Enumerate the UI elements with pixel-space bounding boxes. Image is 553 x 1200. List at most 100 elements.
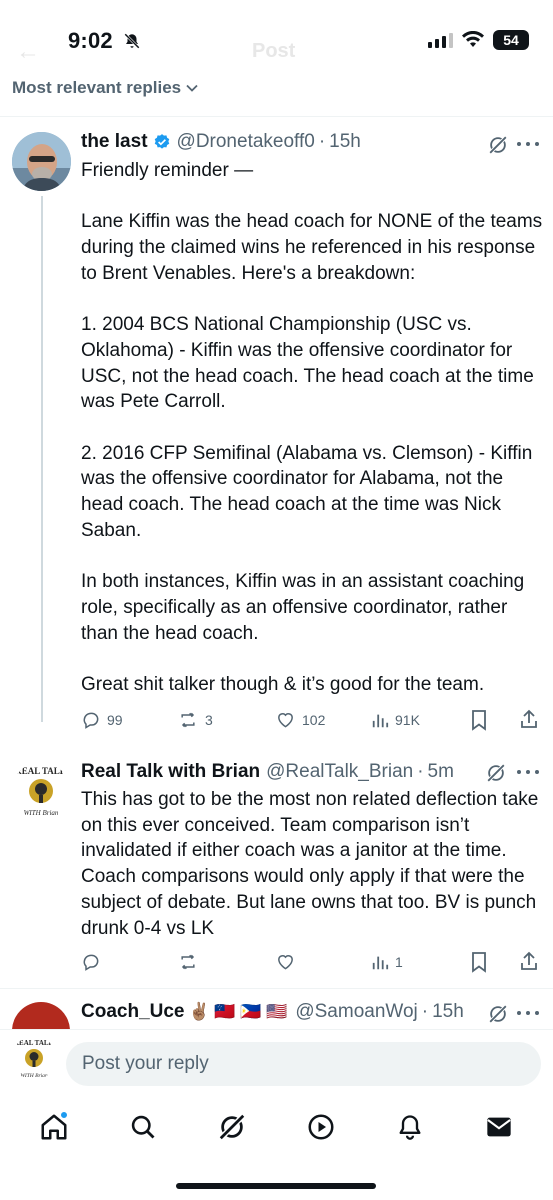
- avatar-logo: REAL TALK WITH Brian: [15, 766, 66, 817]
- divider: [0, 1029, 553, 1030]
- my-avatar[interactable]: REAL TALK WITH Brian: [12, 1036, 56, 1080]
- reply-count: 99: [107, 712, 123, 728]
- avatar[interactable]: REAL TALK WITH Brian: [12, 762, 70, 820]
- heart-icon: [278, 713, 293, 728]
- status-indicators: 54: [428, 30, 529, 50]
- tweet-paragraph: 2. 2016 CFP Semifinal (Alabama vs. Clems…: [81, 442, 533, 541]
- tweet-paragraph: This has got to be the most non related …: [81, 789, 539, 939]
- share-icon[interactable]: [519, 950, 539, 972]
- author-handle[interactable]: @SamoanWoj: [295, 1001, 417, 1023]
- avatar-photo: [12, 132, 71, 191]
- tweet-actions: 1: [81, 950, 543, 974]
- grok-icon: [219, 1114, 245, 1140]
- signal-icon: [428, 32, 453, 48]
- heart-icon: [278, 955, 293, 970]
- like-button[interactable]: [275, 952, 302, 972]
- search-icon: [132, 1115, 155, 1139]
- dot-separator: ·: [421, 1001, 429, 1022]
- tweet-paragraph: Friendly reminder —: [81, 160, 254, 181]
- grok-icon[interactable]: [487, 1003, 509, 1025]
- tweet-partial[interactable]: Coach_Uce ✌🏽 🇼🇸 🇵🇭 🇺🇸 @SamoanWoj · 15h: [0, 989, 553, 1029]
- views-icon: [372, 956, 389, 970]
- repost-icon: [181, 954, 195, 970]
- back-arrow-icon[interactable]: ←: [16, 38, 40, 66]
- verified-badge-icon: [154, 134, 169, 149]
- tweet-text: This has got to be the most non related …: [81, 787, 543, 941]
- grok-icon[interactable]: [487, 134, 509, 156]
- avatar-logo-text-bottom: WITH Brian: [24, 809, 59, 817]
- tweet-header: the last @Dronetakeoff0 · 15h: [81, 131, 361, 153]
- tweet-paragraph: In both instances, Kiffin was in an assi…: [81, 571, 525, 644]
- tweet-header: Coach_Uce ✌🏽 🇼🇸 🇵🇭 🇺🇸 @SamoanWoj · 15h: [81, 1001, 464, 1023]
- repost-button[interactable]: 3: [177, 710, 213, 730]
- author-name[interactable]: Coach_Uce: [81, 1001, 185, 1023]
- nav-home[interactable]: [34, 1107, 74, 1147]
- tweet-text: Friendly reminder — Lane Kiffin was the …: [81, 158, 543, 698]
- views-count: 91K: [395, 712, 420, 728]
- nav-video[interactable]: [301, 1107, 341, 1147]
- silent-bell-icon: [124, 33, 140, 49]
- chevron-down-icon: [186, 84, 198, 92]
- like-count: 102: [302, 712, 326, 728]
- repost-count: 3: [205, 712, 213, 728]
- bookmark-icon[interactable]: [470, 709, 488, 731]
- dot-separator: ·: [318, 131, 326, 152]
- avatar-logo-text-bottom: WITH Brian: [20, 1073, 48, 1079]
- avatar-logo-text-top: REAL TALK: [15, 766, 66, 776]
- views-icon: [372, 714, 389, 728]
- author-name[interactable]: Real Talk with Brian: [81, 761, 260, 783]
- status-time-text: 9:02: [68, 28, 113, 53]
- bottom-nav: [0, 1100, 553, 1154]
- tweet-paragraph: Great shit talker though & it’s good for…: [81, 673, 485, 695]
- views-count: 1: [395, 954, 403, 970]
- author-name[interactable]: the last: [81, 131, 148, 153]
- more-options-icon[interactable]: [516, 1010, 540, 1016]
- nav-messages[interactable]: [479, 1107, 519, 1147]
- views-button[interactable]: 91K: [371, 710, 420, 730]
- home-indicator: [176, 1183, 376, 1189]
- tweet-paragraph: 1. 2004 BCS National Championship (USC v…: [81, 314, 534, 413]
- views-button[interactable]: 1: [371, 952, 403, 972]
- share-icon[interactable]: [519, 708, 539, 730]
- more-options-icon[interactable]: [516, 769, 540, 775]
- sort-label: Most relevant replies: [12, 78, 182, 97]
- reply-button[interactable]: [81, 952, 107, 972]
- reply-icon: [83, 712, 99, 729]
- reply-input[interactable]: Post your reply: [66, 1042, 541, 1086]
- tweet-paragraph: Lane Kiffin was the head coach for NONE …: [81, 211, 543, 284]
- avatar-logo-text-top: REAL TALK: [14, 1039, 55, 1047]
- like-button[interactable]: 102: [275, 710, 325, 730]
- nav-notifications[interactable]: [390, 1107, 430, 1147]
- wifi-icon: [462, 31, 484, 47]
- tweet-actions: 99 3 102 91K: [81, 708, 543, 732]
- dot-separator: ·: [417, 761, 424, 782]
- video-icon: [308, 1114, 334, 1140]
- nav-search[interactable]: [123, 1107, 163, 1147]
- timestamp[interactable]: 15h: [329, 131, 361, 153]
- timestamp[interactable]: 15h: [432, 1001, 464, 1023]
- reply-button[interactable]: 99: [81, 710, 123, 730]
- sort-replies-dropdown[interactable]: Most relevant replies: [12, 78, 199, 98]
- notifications-icon: [399, 1115, 421, 1140]
- reply-icon: [83, 954, 99, 971]
- name-emoji: ✌🏽 🇼🇸 🇵🇭 🇺🇸: [188, 1002, 288, 1021]
- tweet-header: Real Talk with Brian @RealTalk_Brian · 5…: [81, 761, 454, 783]
- messages-icon: [486, 1117, 511, 1137]
- bookmark-icon[interactable]: [470, 951, 488, 973]
- avatar-logo: REAL TALK WITH Brian: [14, 1039, 55, 1079]
- avatar[interactable]: [12, 1002, 70, 1029]
- repost-button[interactable]: [177, 952, 205, 972]
- nav-grok[interactable]: [212, 1107, 252, 1147]
- status-time: 9:02: [68, 28, 141, 54]
- more-options-icon[interactable]: [516, 141, 540, 147]
- author-handle[interactable]: @RealTalk_Brian: [266, 761, 413, 783]
- battery-indicator: 54: [493, 30, 529, 50]
- author-handle[interactable]: @Dronetakeoff0: [177, 131, 315, 153]
- avatar[interactable]: [12, 132, 71, 191]
- grok-icon[interactable]: [485, 762, 507, 784]
- thread-line: [41, 196, 43, 722]
- page-title: Post: [252, 40, 296, 62]
- divider: [0, 116, 553, 117]
- timestamp[interactable]: 5m: [428, 761, 454, 783]
- repost-icon: [181, 712, 195, 728]
